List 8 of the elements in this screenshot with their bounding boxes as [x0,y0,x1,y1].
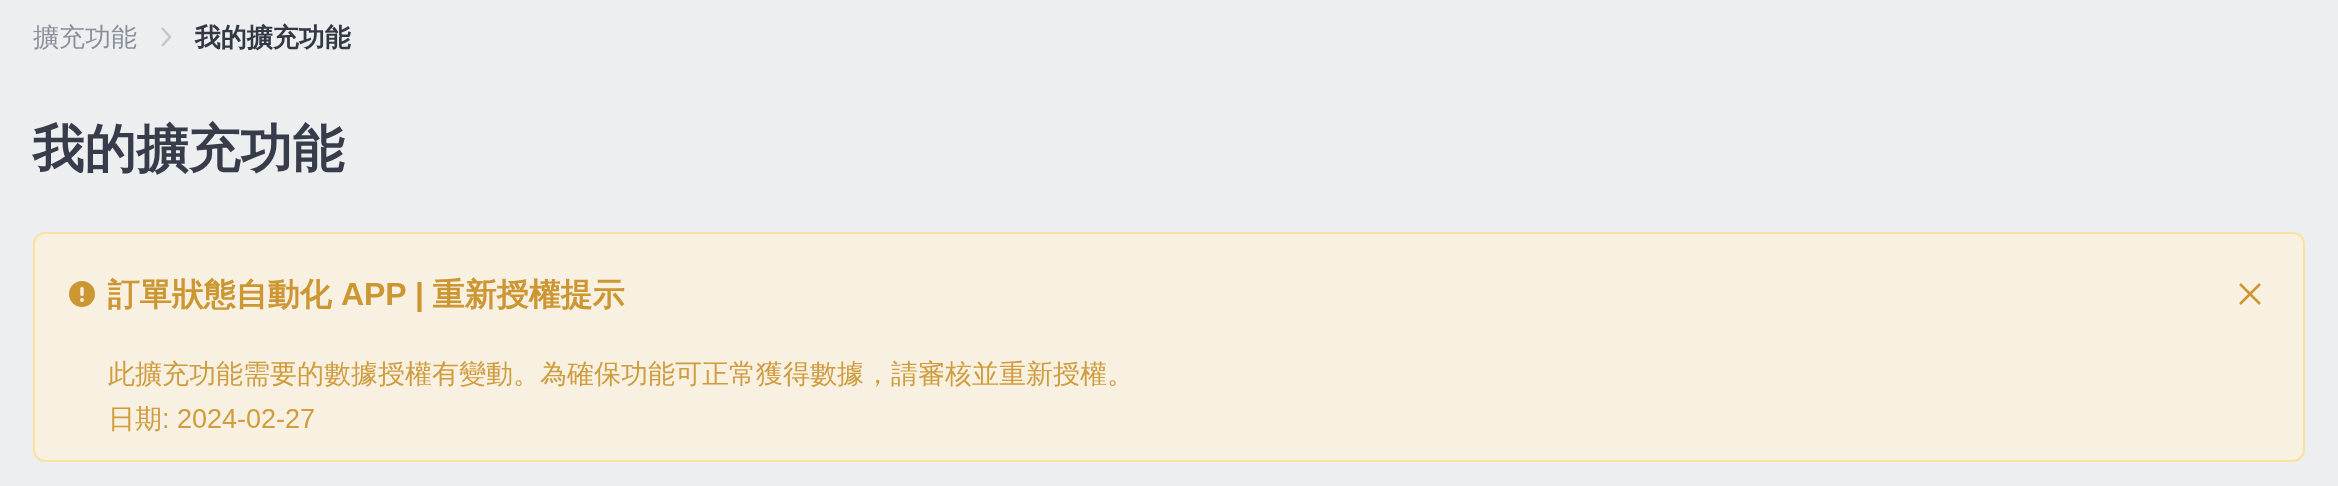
alert-title: 訂單狀態自動化 APP | 重新授權提示 [108,275,625,314]
breadcrumb-link[interactable]: 擴充功能 [33,17,137,57]
alert-date: 日期: 2024-02-27 [108,403,317,436]
page-title: 我的擴充功能 [33,118,346,179]
breadcrumb-current: 我的擴充功能 [195,20,351,54]
close-button[interactable] [2237,281,2263,307]
chevron-right-icon [159,26,173,48]
alert-message: 此擴充功能需要的數據授權有變動。為確保功能可正常獲得數據，請審核並重新授權。 [108,358,1135,391]
